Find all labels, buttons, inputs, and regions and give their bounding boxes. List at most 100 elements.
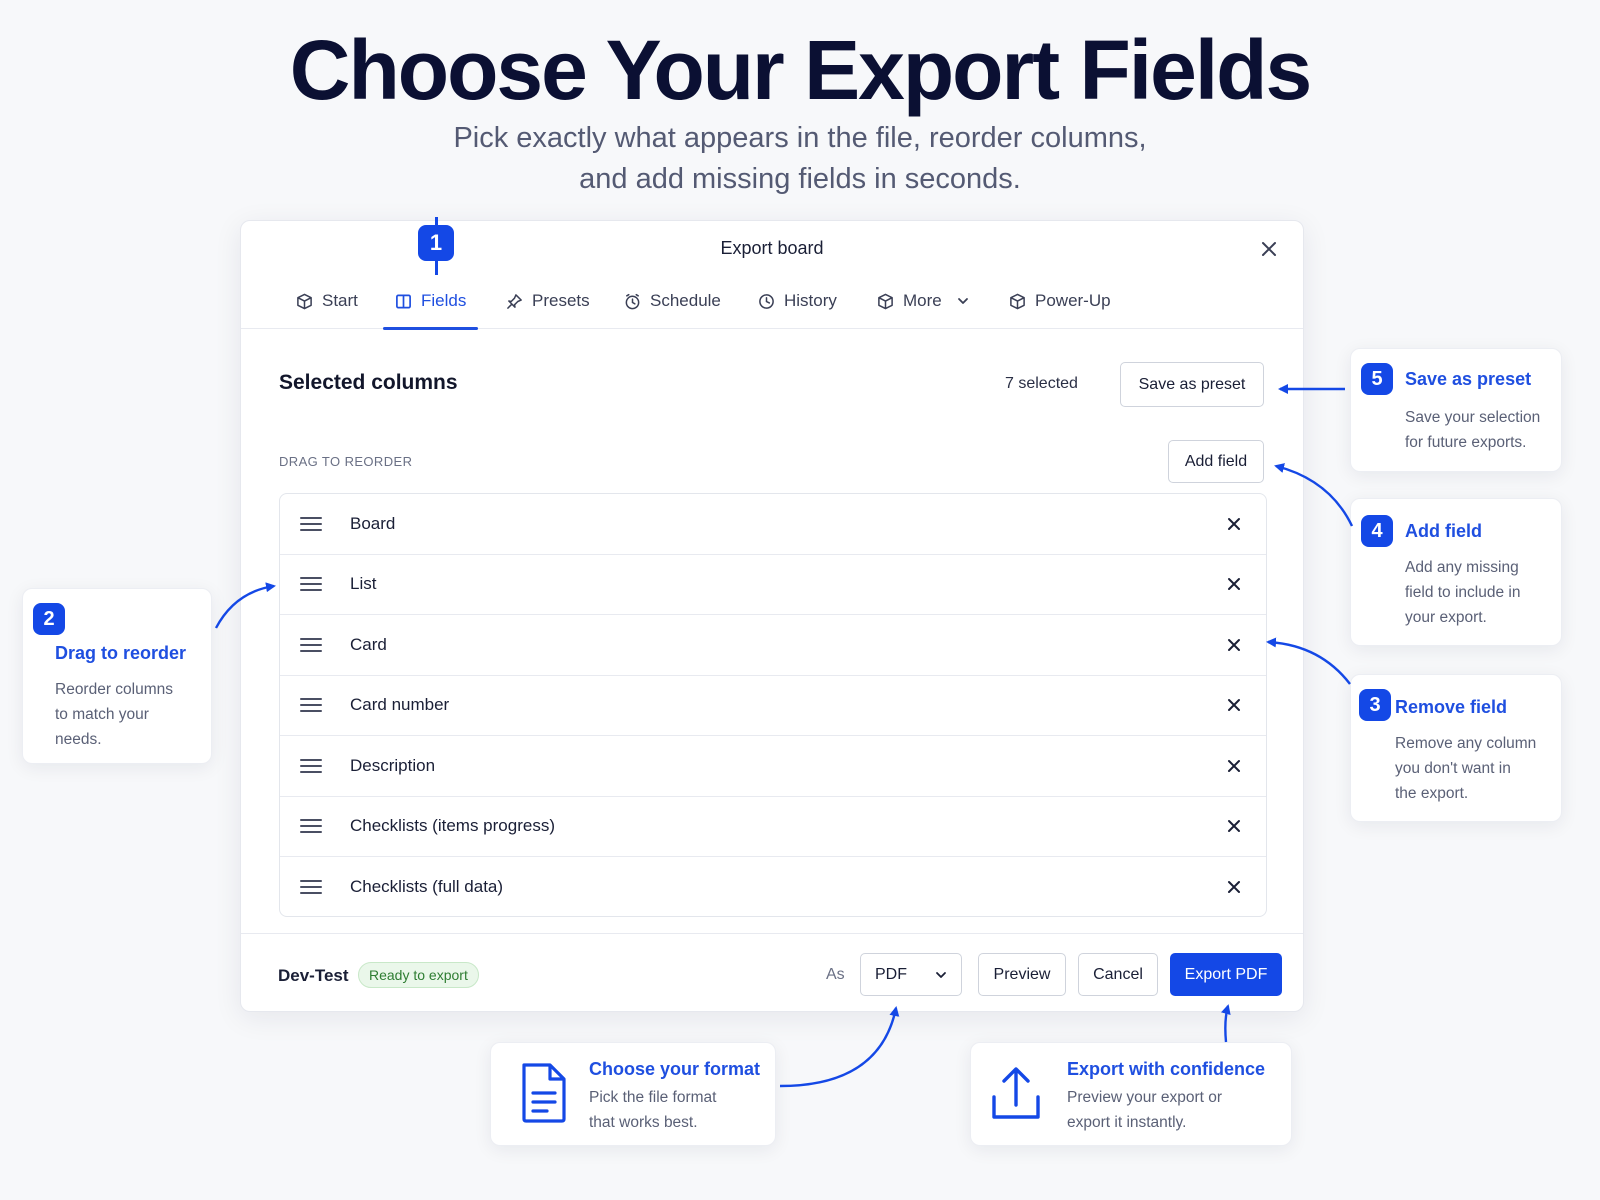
chevron-down-icon bbox=[936, 971, 946, 978]
cancel-button[interactable]: Cancel bbox=[1078, 953, 1158, 996]
tab-label: Schedule bbox=[650, 291, 721, 310]
format-label: As bbox=[826, 966, 845, 983]
drag-handle-icon[interactable] bbox=[300, 819, 322, 834]
callout-body: Reorder columns to match your needs. bbox=[55, 677, 173, 752]
list-item[interactable]: Checklists (full data) bbox=[280, 857, 1266, 916]
callout-body-line: Preview your export or bbox=[1067, 1089, 1223, 1106]
hero-title: Choose Your Export Fields bbox=[289, 23, 1312, 117]
step-2-badge: 2 bbox=[33, 603, 65, 635]
close-icon bbox=[1228, 638, 1240, 651]
format-value: PDF bbox=[875, 965, 907, 983]
drag-hint: DRAG TO REORDER bbox=[279, 454, 413, 469]
callout-title: Add field bbox=[1405, 521, 1482, 541]
export-dialog: Export board 1 Start Fields Presets Sche… bbox=[240, 217, 1304, 1013]
step-3-badge: 3 bbox=[1359, 689, 1391, 721]
format-select[interactable]: PDF bbox=[860, 953, 962, 996]
close-icon bbox=[1228, 517, 1240, 530]
board-name: Dev-Test bbox=[278, 966, 349, 985]
tab-bar: Start Fields Presets Schedule History Mo… bbox=[241, 273, 1303, 330]
hero-subtitle: Pick exactly what appears in the file, r… bbox=[400, 118, 1200, 200]
columns-icon bbox=[396, 294, 411, 308]
callout-title: Remove field bbox=[1395, 697, 1508, 717]
remove-column-button[interactable] bbox=[1220, 812, 1248, 840]
tab-history[interactable]: History bbox=[758, 273, 837, 329]
close-icon bbox=[1262, 242, 1276, 256]
callout-save-as-preset: 5 Save as preset Save your selection for… bbox=[1350, 348, 1562, 472]
close-button[interactable] bbox=[1255, 235, 1283, 263]
stage: Choose Your Export Fields Pick exactly w… bbox=[0, 0, 1600, 1200]
remove-column-button[interactable] bbox=[1220, 631, 1248, 659]
drag-handle-icon[interactable] bbox=[300, 758, 322, 773]
callout-body-line: to match your bbox=[55, 706, 149, 723]
callout-body-line: the export. bbox=[1395, 785, 1469, 802]
clock-icon bbox=[625, 293, 640, 309]
callout-body-line: needs. bbox=[55, 731, 102, 748]
close-icon bbox=[1228, 699, 1240, 712]
callout-drag-to-reorder: 2 Drag to reorder Reorder columns to mat… bbox=[22, 588, 212, 764]
tab-more[interactable]: More bbox=[877, 273, 969, 329]
list-item[interactable]: Card number bbox=[280, 676, 1266, 736]
callout-body: Preview your export or export it instant… bbox=[1067, 1085, 1222, 1135]
column-label: Board bbox=[350, 513, 396, 533]
callout-body: Pick the file format that works best. bbox=[589, 1085, 717, 1135]
callout-body: Remove any column you don't want in the … bbox=[1395, 731, 1536, 806]
tab-start[interactable]: Start bbox=[296, 273, 358, 329]
document-icon bbox=[522, 1063, 566, 1123]
callout-body-line: Save your selection bbox=[1405, 409, 1541, 426]
tab-schedule[interactable]: Schedule bbox=[624, 273, 721, 329]
remove-column-button[interactable] bbox=[1220, 873, 1248, 901]
remove-column-button[interactable] bbox=[1220, 510, 1248, 538]
hero-subtitle-line: and add missing fields in seconds. bbox=[579, 163, 1021, 195]
save-preset-button[interactable]: Save as preset bbox=[1120, 362, 1264, 407]
remove-column-button[interactable] bbox=[1220, 691, 1248, 719]
add-field-button[interactable]: Add field bbox=[1168, 440, 1264, 483]
preview-button[interactable]: Preview bbox=[978, 953, 1066, 996]
drag-handle-icon[interactable] bbox=[300, 577, 322, 592]
callout-body-line: your export. bbox=[1405, 609, 1487, 626]
step-1-badge: 1 bbox=[418, 225, 454, 261]
cube-icon bbox=[878, 293, 893, 309]
close-icon bbox=[1228, 881, 1240, 894]
callout-body: Save your selection for future exports. bbox=[1405, 405, 1540, 455]
drag-handle-icon[interactable] bbox=[300, 880, 322, 895]
arrow-choose-format bbox=[779, 1006, 900, 1088]
list-item[interactable]: Checklists (items progress) bbox=[280, 797, 1266, 857]
hero-subtitle-line: Pick exactly what appears in the file, r… bbox=[453, 122, 1147, 154]
dialog-title: Export board bbox=[720, 238, 824, 258]
chevron-down-icon bbox=[957, 298, 968, 304]
column-label: Checklists (full data) bbox=[350, 877, 504, 897]
step-5-badge: 5 bbox=[1361, 363, 1393, 395]
column-label: Card number bbox=[350, 695, 450, 715]
column-label: Checklists (items progress) bbox=[350, 816, 555, 836]
drag-handle-icon[interactable] bbox=[300, 516, 322, 531]
dialog-footer: Dev-Test Ready to export As PDF Preview … bbox=[241, 933, 1303, 1013]
history-icon bbox=[759, 293, 774, 309]
tab-label: More bbox=[903, 291, 942, 310]
column-label: Description bbox=[350, 755, 436, 775]
drag-handle-icon[interactable] bbox=[300, 698, 322, 713]
callout-body: Add any missing field to include in your… bbox=[1405, 555, 1520, 630]
selected-count: 7 selected bbox=[1005, 375, 1078, 392]
drag-handle-icon[interactable] bbox=[300, 637, 322, 652]
tab-label: History bbox=[784, 291, 837, 310]
list-item[interactable]: List bbox=[280, 555, 1266, 615]
close-icon bbox=[1228, 578, 1240, 591]
column-list: Board List Card Card number Description bbox=[279, 493, 1267, 917]
callout-export-confidence: Export with confidence Preview your expo… bbox=[970, 1042, 1292, 1146]
upload-icon bbox=[992, 1067, 1040, 1119]
callout-body-line: for future exports. bbox=[1405, 434, 1527, 451]
remove-column-button[interactable] bbox=[1220, 570, 1248, 598]
list-item[interactable]: Card bbox=[280, 615, 1266, 676]
tab-presets[interactable]: Presets bbox=[506, 273, 590, 329]
pin-icon bbox=[507, 293, 522, 309]
tab-power-up[interactable]: Power-Up bbox=[1009, 273, 1111, 329]
list-item[interactable]: Description bbox=[280, 736, 1266, 797]
remove-column-button[interactable] bbox=[1220, 752, 1248, 780]
list-item[interactable]: Board bbox=[280, 494, 1266, 555]
callout-title: Export with confidence bbox=[1067, 1059, 1266, 1079]
tab-fields[interactable]: Fields bbox=[382, 273, 479, 330]
section-title: Selected columns bbox=[279, 371, 458, 394]
callout-body-line: Pick the file format bbox=[589, 1089, 717, 1106]
callout-choose-format: Choose your format Pick the file format … bbox=[490, 1042, 776, 1146]
export-pdf-button[interactable]: Export PDF bbox=[1170, 953, 1282, 996]
